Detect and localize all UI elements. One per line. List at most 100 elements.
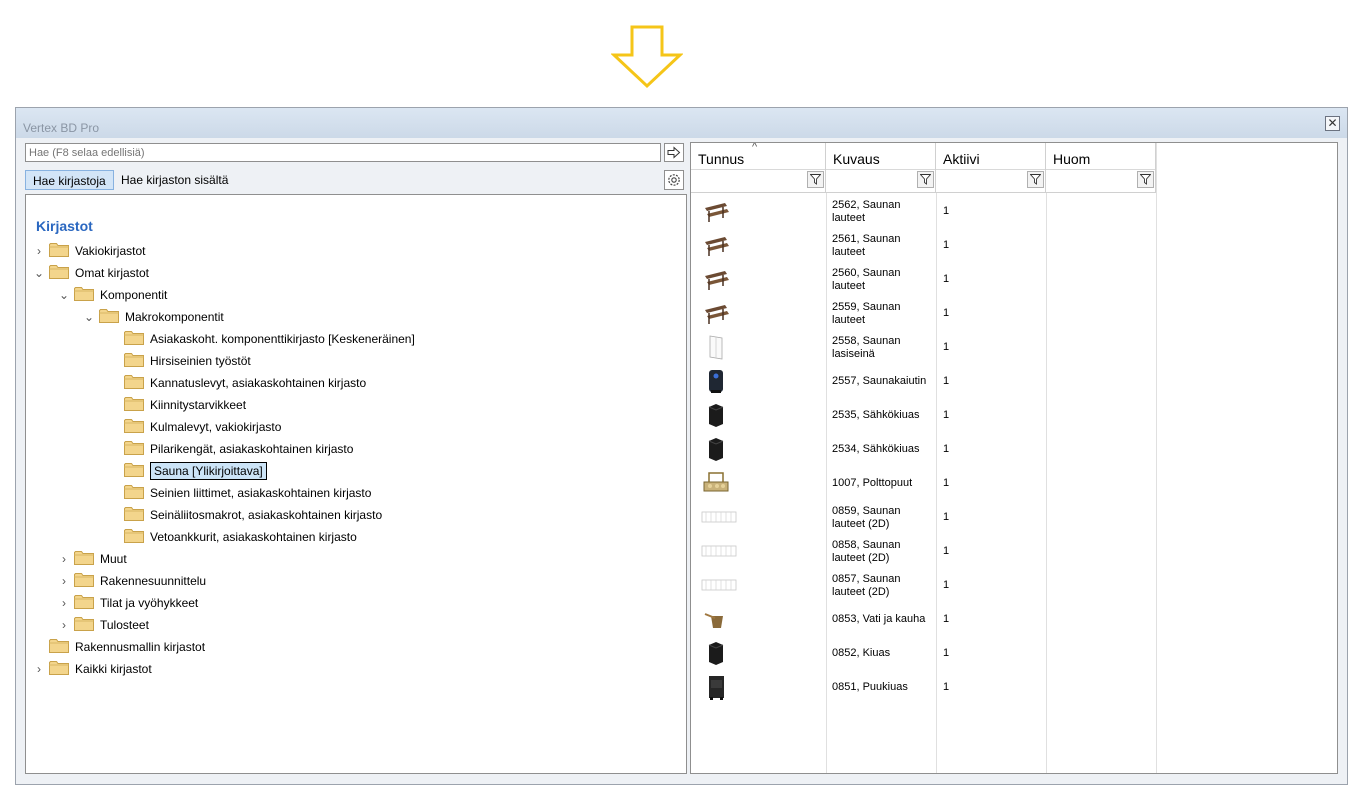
library-tree: Kirjastot › Vakiokirjastot ⌄ Omat kirjastot… <box>25 194 687 774</box>
description-line: 2534, Sähkökiuas <box>832 443 920 455</box>
column-header-kuvaus[interactable]: Kuvaus <box>826 143 936 193</box>
folder-icon <box>124 418 144 436</box>
tree-node-label: Asiakaskoht. komponenttikirjasto [Kesken… <box>150 332 415 346</box>
filter-icon[interactable] <box>1027 171 1044 188</box>
tree-expander-icon[interactable]: › <box>32 244 46 258</box>
tree-expander-icon[interactable]: ⌄ <box>57 288 71 302</box>
tree-node[interactable]: › Rakennesuunnittelu <box>57 571 206 591</box>
tree-node-label: Kannatuslevyt, asiakaskohtainen kirjasto <box>150 376 367 390</box>
column-filter-input[interactable] <box>691 169 825 191</box>
description-line: 2562, Saunan <box>832 199 901 211</box>
table-row[interactable]: 2534, Sähkökiuas 1 <box>691 432 1156 466</box>
table-row[interactable]: 2535, Sähkökiuas 1 <box>691 398 1156 432</box>
tree-node[interactable]: Kulmalevyt, vakiokirjasto <box>107 417 281 437</box>
description-line: 0851, Puukiuas <box>832 681 908 693</box>
row-active: 1 <box>943 375 950 387</box>
folder-icon <box>124 352 144 370</box>
tree-node[interactable]: Pilarikengät, asiakaskohtainen kirjasto <box>107 439 353 459</box>
tree-node[interactable]: Kiinnitystarvikkeet <box>107 395 246 415</box>
description-line: 0853, Vati ja kauha <box>832 613 926 625</box>
folder-icon <box>124 330 144 348</box>
search-input[interactable] <box>25 143 661 162</box>
row-description: 2535, Sähkökiuas <box>832 409 932 422</box>
search-go-button[interactable] <box>664 143 684 162</box>
row-description: 0859, Saunan lauteet (2D) <box>832 505 932 531</box>
table-row[interactable]: 0859, Saunan lauteet (2D) 1 <box>691 500 1156 534</box>
description-line: 0859, Saunan <box>832 505 901 517</box>
column-label: Huom <box>1053 151 1091 167</box>
window-title: Vertex BD Pro <box>23 121 100 135</box>
row-description: 2560, Saunan lauteet <box>832 267 932 293</box>
tree-node[interactable]: › Tilat ja vyöhykkeet <box>57 593 198 613</box>
tree-expander-icon[interactable]: › <box>32 662 46 676</box>
table-row[interactable]: 0853, Vati ja kauha 1 <box>691 602 1156 636</box>
table-row[interactable]: 2562, Saunan lauteet 1 <box>691 194 1156 228</box>
tab-search-libraries[interactable]: Hae kirjastoja <box>25 170 114 190</box>
folder-icon <box>74 550 94 568</box>
tree-title: Kirjastot <box>36 218 93 234</box>
tree-expander-icon[interactable]: › <box>57 596 71 610</box>
description-line: lauteet (2D) <box>832 552 890 564</box>
tree-node[interactable]: › Muut <box>57 549 127 569</box>
description-line: lauteet <box>832 212 866 224</box>
bench-icon <box>701 300 731 326</box>
table-row[interactable]: 2560, Saunan lauteet 1 <box>691 262 1156 296</box>
description-line: lauteet <box>832 314 866 326</box>
tree-node[interactable]: ⌄ Komponentit <box>57 285 167 305</box>
tree-node-label: Komponentit <box>100 288 168 302</box>
folder-icon <box>74 594 94 612</box>
speaker-icon <box>701 368 731 394</box>
tree-node[interactable]: › Vakiokirjastot <box>32 241 145 261</box>
tree-node[interactable]: › Kaikki kirjastot <box>32 659 152 679</box>
row-description: 0851, Puukiuas <box>832 681 932 694</box>
tab-search-library-content[interactable]: Hae kirjaston sisältä <box>114 170 235 190</box>
tree-node[interactable]: Rakennusmallin kirjastot <box>32 637 205 657</box>
table-row[interactable]: 0852, Kiuas 1 <box>691 636 1156 670</box>
settings-button[interactable] <box>664 170 684 190</box>
filter-icon[interactable] <box>1137 171 1154 188</box>
tree-node[interactable]: Asiakaskoht. komponenttikirjasto [Kesken… <box>107 329 415 349</box>
close-button[interactable]: ✕ <box>1325 116 1340 131</box>
folder-icon <box>124 440 144 458</box>
tree-expander-icon[interactable]: › <box>57 618 71 632</box>
bench-icon <box>701 266 731 292</box>
tree-node[interactable]: ⌄ Omat kirjastot <box>32 263 149 283</box>
column-header-aktiivi[interactable]: Aktiivi <box>936 143 1046 193</box>
row-description: 2562, Saunan lauteet <box>832 199 932 225</box>
tree-node[interactable]: Hirsiseinien työstöt <box>107 351 251 371</box>
tree-node-label: Tulosteet <box>100 618 149 632</box>
tree-node[interactable]: Seinäliitosmakrot, asiakaskohtainen kirj… <box>107 505 382 525</box>
title-bar: Vertex BD Pro ✕ <box>16 108 1347 138</box>
table-row[interactable]: 0857, Saunan lauteet (2D) 1 <box>691 568 1156 602</box>
filter-icon[interactable] <box>917 171 934 188</box>
filter-icon[interactable] <box>807 171 824 188</box>
tree-node-label: Sauna [Ylikirjoittava] <box>150 462 267 480</box>
tree-node-label: Tilat ja vyöhykkeet <box>100 596 199 610</box>
description-line: 2560, Saunan <box>832 267 901 279</box>
folder-icon <box>99 308 119 326</box>
tree-node[interactable]: Sauna [Ylikirjoittava] <box>107 461 267 481</box>
row-active: 1 <box>943 511 950 523</box>
table-row[interactable]: 0858, Saunan lauteet (2D) 1 <box>691 534 1156 568</box>
table-row[interactable]: 2559, Saunan lauteet 1 <box>691 296 1156 330</box>
tree-node-label: Vetoankkurit, asiakaskohtainen kirjasto <box>150 530 357 544</box>
row-description: 2557, Saunakaiutin <box>832 375 932 388</box>
tree-node[interactable]: Vetoankkurit, asiakaskohtainen kirjasto <box>107 527 357 547</box>
gear-icon <box>668 174 680 186</box>
tree-node[interactable]: Seinien liittimet, asiakaskohtainen kirj… <box>107 483 371 503</box>
tree-expander-icon[interactable]: ⌄ <box>32 266 46 280</box>
tree-node[interactable]: › Tulosteet <box>57 615 149 635</box>
column-header-tunnus[interactable]: Tunnus ^ <box>691 143 826 193</box>
table-row[interactable]: 2557, Saunakaiutin 1 <box>691 364 1156 398</box>
column-header-huom[interactable]: Huom <box>1046 143 1156 193</box>
folder-icon <box>124 462 144 480</box>
table-row[interactable]: 2558, Saunan lasiseinä 1 <box>691 330 1156 364</box>
tree-expander-icon[interactable]: › <box>57 574 71 588</box>
table-row[interactable]: 1007, Polttopuut 1 <box>691 466 1156 500</box>
tree-node[interactable]: Kannatuslevyt, asiakaskohtainen kirjasto <box>107 373 366 393</box>
table-row[interactable]: 0851, Puukiuas 1 <box>691 670 1156 704</box>
tree-expander-icon[interactable]: › <box>57 552 71 566</box>
table-row[interactable]: 2561, Saunan lauteet 1 <box>691 228 1156 262</box>
tree-expander-icon[interactable]: ⌄ <box>82 310 96 324</box>
tree-node[interactable]: ⌄ Makrokomponentit <box>82 307 224 327</box>
